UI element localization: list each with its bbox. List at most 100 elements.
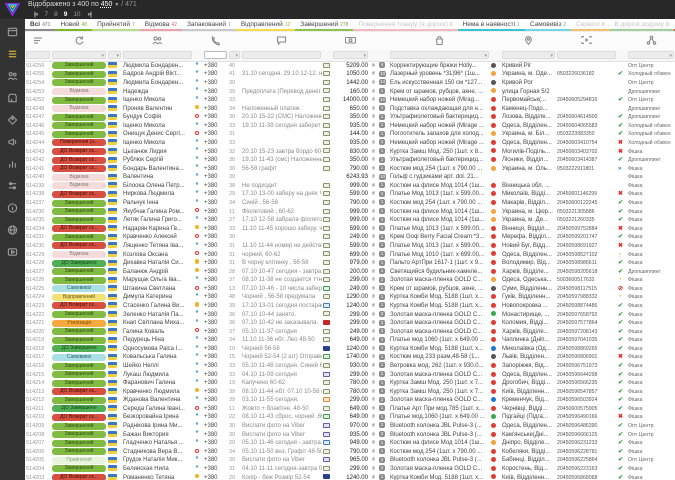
order-id[interactable]: 514223 <box>25 302 51 311</box>
order-row-514235[interactable]: 514235ЗавершенийЛетяк Галина Григо...*+3… <box>25 216 675 225</box>
tracking-number[interactable]: 0503226036182 <box>556 70 617 79</box>
order-id[interactable]: 514217 <box>25 353 51 362</box>
product-name[interactable]: Подставка охлаждающая для н... <box>389 104 490 113</box>
client-phone[interactable]: +380 <box>203 413 228 422</box>
product-name[interactable]: Костюм на флисе Мод 1014 (1ш... <box>389 439 490 448</box>
product-name[interactable]: Немецкий набор ножей (Mirage ... <box>389 122 490 131</box>
tab-В дорозі додому[interactable]: В дорозі додому0 <box>610 19 674 31</box>
order-id[interactable]: 514225 <box>25 285 51 294</box>
tracking-number[interactable]: 20450605294816 <box>556 96 617 105</box>
client-phone[interactable]: +380 <box>203 190 228 199</box>
status-badge[interactable]: Завершений <box>52 440 106 447</box>
product-name[interactable]: Куртка Замш Мод. 250 (1шт. х 7... <box>389 379 490 388</box>
messenger-icon-ring[interactable] <box>194 285 200 293</box>
tracking-number[interactable]: 20450603414387 <box>556 156 617 165</box>
order-row-514245[interactable]: 514245ЗавершенийОнищук Денис Сергі...+38… <box>25 130 675 139</box>
order-row-514237[interactable]: 514237ЗавершенийРальчук Інна*+38034Синій… <box>25 199 675 208</box>
order-comment[interactable]: 17.10 13-00 заберу на днях Че... <box>241 190 322 199</box>
messenger-icon-amber[interactable] <box>194 387 200 395</box>
client-phone[interactable]: +380 <box>203 370 228 379</box>
messenger-icon-blue[interactable]: * <box>194 96 200 104</box>
dropdown-arrow-icon[interactable]: ▾ <box>484 52 487 60</box>
messenger-icon-blue[interactable]: * <box>194 164 200 172</box>
status-badge[interactable]: Завершений <box>52 114 106 121</box>
status-badge[interactable]: ДО Завершено <box>52 345 106 352</box>
status-badge[interactable]: Повернення (з... <box>52 139 106 146</box>
product-name[interactable]: Костюм на флисе Мод 1014 (1ш... <box>389 182 490 191</box>
client-phone[interactable]: +380 <box>203 70 228 79</box>
tracking-number[interactable] <box>556 79 617 88</box>
product-name[interactable]: Крем Goqi Berry Facial Cream *3... <box>389 233 490 242</box>
order-id[interactable]: 514248 <box>25 104 51 113</box>
client-phone[interactable]: +380 <box>203 199 228 208</box>
order-id[interactable]: 514203 <box>25 473 51 480</box>
client-phone[interactable]: +380 <box>203 79 228 88</box>
product-name[interactable]: Ультрафиолетовый бактерицид... <box>389 113 490 122</box>
messenger-icon-blue[interactable]: * <box>194 216 200 224</box>
order-id[interactable]: 514247 <box>25 113 51 122</box>
status-badge[interactable]: Завершений <box>52 371 106 378</box>
client-phone[interactable]: +380 <box>203 113 228 122</box>
messenger-icon-blue[interactable]: * <box>194 156 200 164</box>
product-name[interactable]: Золотая маска-пленка GOLD C... <box>389 396 490 405</box>
client-phone[interactable]: +380 <box>203 173 228 182</box>
product-name[interactable]: Костюм мод 254 (1шт. х 790.00 ... <box>389 448 490 457</box>
client-phone[interactable]: +380 <box>203 216 228 225</box>
column-header-phone[interactable] <box>203 32 228 50</box>
order-row-514210[interactable]: 514210ДО Возврат ск...Безкоровайна Ірина… <box>25 413 675 422</box>
client-phone[interactable]: +380 <box>203 379 228 388</box>
order-row-514204[interactable]: 514204ЗавершенийБелинская Нила*+3803104.… <box>25 465 675 474</box>
messenger-icon-blue[interactable]: * <box>194 430 200 438</box>
product-name[interactable]: Платье мод.1060 (1шт. х 649.00 ... <box>389 413 490 422</box>
order-comment[interactable]: 19.10 11-43 (смс) Наложенны... <box>241 156 322 165</box>
status-badge[interactable]: ДО Возврат ск... <box>52 242 106 249</box>
messenger-icon-ring[interactable] <box>194 448 200 456</box>
tab-Новий[interactable]: Новий48 <box>55 19 92 31</box>
client-phone[interactable]: +380 <box>203 96 228 105</box>
tab-Відправлений[interactable]: Відправлений12 <box>236 19 295 31</box>
status-badge[interactable]: Відмова◔ <box>52 182 106 189</box>
order-id[interactable]: 514245 <box>25 130 51 139</box>
sidebar-item-store-icon[interactable] <box>0 90 25 105</box>
order-comment[interactable]: 11.10 11-45 хорошо заберу. чо... <box>241 224 322 233</box>
filter-select-flag[interactable]: ▾ <box>108 51 121 59</box>
order-row-514229[interactable]: 514229Відмова◔Козлова Оксана+38031чорний… <box>25 250 675 259</box>
status-badge[interactable]: ДО Возврат ск... <box>52 165 106 172</box>
order-row-514215[interactable]: 514215ЗавершенийЛукаш Людмила*+3803304.1… <box>25 370 675 379</box>
sidebar-item-stats-icon[interactable] <box>0 156 25 171</box>
messenger-icon-ring[interactable] <box>194 250 200 258</box>
tracking-number[interactable]: 20450600575905 <box>556 405 617 414</box>
client-phone[interactable]: +380 <box>203 139 228 148</box>
sidebar-item-announce-icon[interactable] <box>0 134 25 149</box>
status-badge[interactable]: Відмова <box>52 88 106 95</box>
column-header-comment[interactable] <box>241 32 322 50</box>
status-badge[interactable]: Завершений <box>52 431 106 438</box>
order-comment[interactable]: 11.10 11-36 нбт. Лео 48-50 <box>241 336 322 345</box>
page-number-9[interactable]: 9 <box>64 10 68 19</box>
order-comment[interactable]: 19.10 11-39 сегодня заберет <box>241 122 322 131</box>
messenger-icon-amber[interactable] <box>194 473 200 480</box>
status-badge[interactable]: Завершений <box>52 448 106 455</box>
status-badge[interactable]: Завершений <box>52 122 106 129</box>
order-row-514236[interactable]: 514236ЗавершенийЯкубчак Галина Ром...+38… <box>25 207 675 216</box>
tracking-number[interactable]: 20450598691927 <box>556 242 617 251</box>
product-name[interactable]: Костюм на флисе Мод 1014 (1ш... <box>389 216 490 225</box>
tab-Відмова[interactable]: Відмова42 <box>140 19 182 31</box>
order-comment[interactable]: 05.10 11-46 сегодня - завтра. ... <box>241 439 322 448</box>
dropdown-arrow-icon[interactable]: ▾ <box>669 52 672 60</box>
client-phone[interactable]: +380 <box>203 319 228 328</box>
sidebar-item-video-icon[interactable] <box>0 244 25 259</box>
order-comment[interactable] <box>241 173 322 182</box>
tracking-number[interactable]: 0503221260335 <box>556 216 617 225</box>
product-name[interactable]: Лазерный уровень *31|96* (1ш... <box>389 70 490 79</box>
client-phone[interactable]: +380 <box>203 473 228 480</box>
tab-Сервіси[interactable]: Сервіси0 <box>571 19 609 31</box>
sidebar-item-clients-icon[interactable] <box>0 68 25 83</box>
product-name[interactable]: Крем от шрамов, рубцов, акне, ... <box>389 285 490 294</box>
order-row-514228[interactable]: 514228ДО ЗавершеноДихавка Наталія Си...+… <box>25 259 675 268</box>
dropdown-arrow-icon[interactable]: ▾ <box>101 52 104 60</box>
order-id[interactable]: 514215 <box>25 370 51 379</box>
order-id[interactable]: 514255 <box>25 70 51 79</box>
tracking-number[interactable]: 20450604614500 <box>556 113 617 122</box>
messenger-icon-ring[interactable] <box>194 130 200 138</box>
